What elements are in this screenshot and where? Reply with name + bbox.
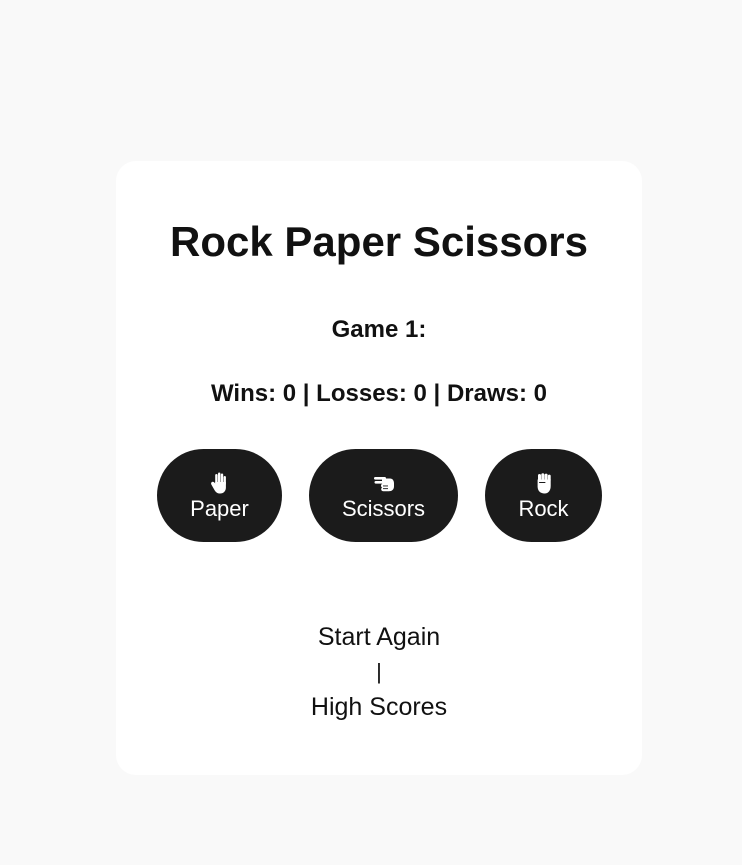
- score-separator: |: [426, 380, 447, 407]
- round-label: Game 1:: [331, 316, 427, 343]
- links-divider: |: [376, 659, 382, 684]
- scissors-button[interactable]: Scissors: [309, 449, 458, 542]
- rock-button-label: Rock: [518, 495, 569, 521]
- draws-count: Draws: 0: [446, 380, 547, 407]
- paper-button-label: Paper: [190, 495, 249, 521]
- raised-hand-icon: [208, 471, 232, 495]
- victory-hand-icon: [372, 471, 396, 495]
- start-again-link[interactable]: Start Again: [116, 621, 642, 653]
- rock-button[interactable]: Rock: [485, 449, 602, 542]
- scoreboard: Wins: 0 | Losses: 0 | Draws: 0: [116, 380, 642, 408]
- scissors-button-label: Scissors: [341, 495, 426, 521]
- losses-count: Losses: 0: [316, 380, 427, 407]
- game-card: Rock Paper Scissors Game 1: Wins: 0 | Lo…: [116, 161, 642, 775]
- score-separator: |: [296, 380, 317, 407]
- page-title: Rock Paper Scissors: [170, 218, 588, 265]
- raised-fist-icon: [532, 471, 556, 495]
- high-scores-link[interactable]: High Scores: [116, 691, 642, 723]
- footer-links: Start Again | High Scores: [116, 621, 642, 723]
- wins-count: Wins: 0: [210, 380, 297, 407]
- paper-button[interactable]: Paper: [157, 449, 282, 542]
